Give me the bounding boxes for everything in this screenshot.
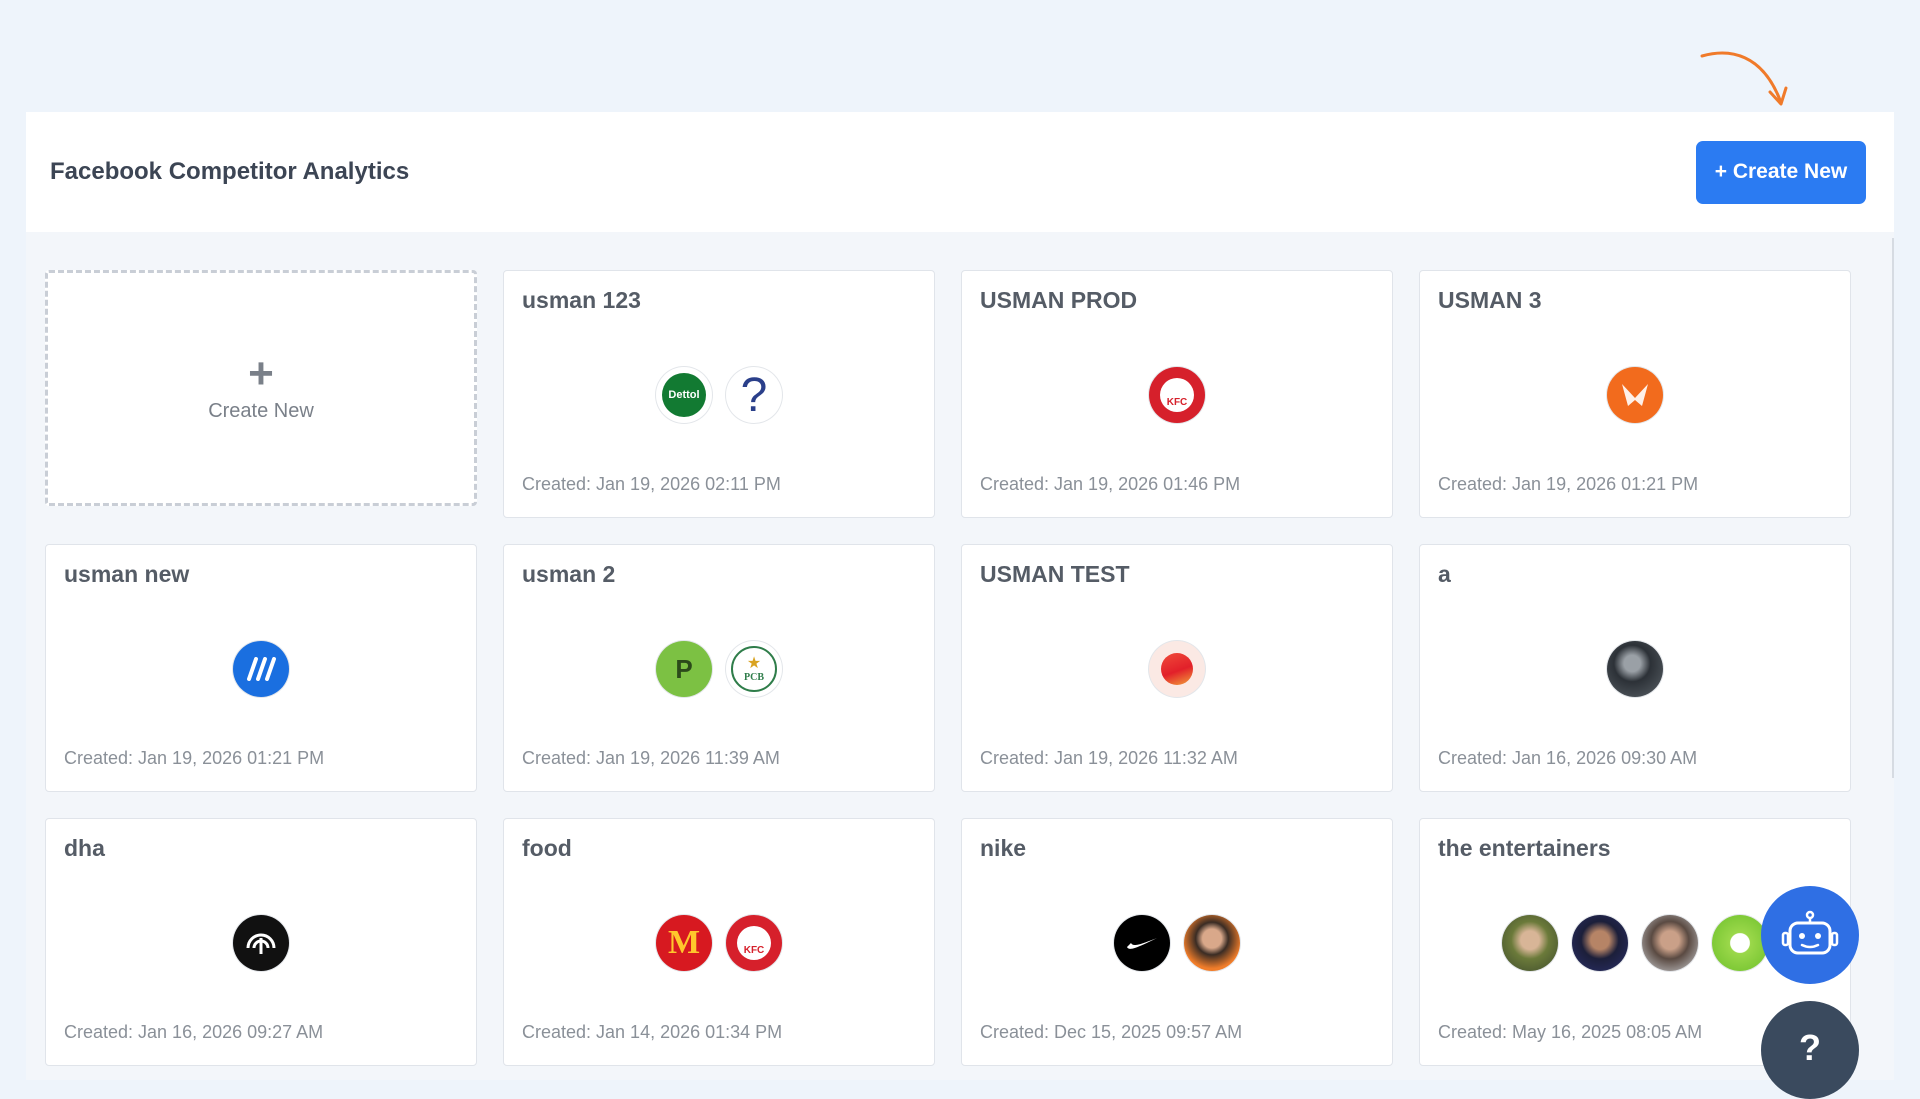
card-created-date: Created: Jan 19, 2026 11:39 AM xyxy=(522,748,780,768)
star-icon: ★ xyxy=(746,654,762,672)
pcb-logo-avatar: ★ PCB xyxy=(726,641,782,697)
competitor-avatars xyxy=(962,915,1392,971)
competitor-avatars: Dettol ? xyxy=(504,367,934,423)
chatbot-button[interactable] xyxy=(1761,886,1859,984)
mcdonalds-logo-avatar: M xyxy=(656,915,712,971)
competitor-avatars: P ★ PCB xyxy=(504,641,934,697)
card-created-date: Created: Jan 19, 2026 01:46 PM xyxy=(980,474,1241,494)
dha-logo-avatar xyxy=(233,915,289,971)
card-title: USMAN PROD xyxy=(980,287,1138,313)
competitor-avatars xyxy=(1420,367,1850,423)
create-new-button[interactable]: + Create New xyxy=(1696,140,1866,204)
card-title: usman 2 xyxy=(522,561,616,587)
competitor-avatars xyxy=(962,641,1392,697)
competitor-avatars xyxy=(1420,641,1850,697)
scrollbar[interactable] xyxy=(1892,238,1894,778)
report-card[interactable]: USMAN PROD KFC Created: Jan 19, 2026 01:… xyxy=(961,270,1393,518)
competitor-avatars: KFC xyxy=(962,367,1392,423)
dettol-logo-text: Dettol xyxy=(668,389,700,401)
p-logo-avatar: P xyxy=(656,641,712,697)
report-card[interactable]: usman 123 Dettol ? Created: Jan 19, 2026… xyxy=(503,270,935,518)
card-created-date: Created: Dec 15, 2025 09:57 AM xyxy=(980,1022,1243,1042)
sun-brand-avatar xyxy=(1149,641,1205,697)
report-card[interactable]: USMAN TEST Created: Jan 19, 2026 11:32 A… xyxy=(961,544,1393,792)
card-title: a xyxy=(1438,561,1451,587)
card-created-date: Created: Jan 19, 2026 01:21 PM xyxy=(64,748,325,768)
card-title: nike xyxy=(980,835,1027,861)
analytics-panel: Facebook Competitor Analytics + Create N… xyxy=(26,112,1894,1080)
profile-photo-avatar xyxy=(1184,915,1240,971)
help-icon: ? xyxy=(1799,1027,1821,1068)
report-card[interactable]: dha Created: Jan 16, 2026 09:27 AM xyxy=(45,818,477,1066)
card-created-date: Created: May 16, 2025 08:05 AM xyxy=(1438,1022,1703,1042)
card-created-date: Created: Jan 19, 2026 01:21 PM xyxy=(1438,474,1699,494)
profile-photo-avatar xyxy=(1642,915,1698,971)
card-title: USMAN TEST xyxy=(980,561,1130,587)
profile-photo-avatar xyxy=(1572,915,1628,971)
card-created-date: Created: Jan 19, 2026 11:32 AM xyxy=(980,748,1238,768)
kfc-logo-text: KFC xyxy=(743,945,765,956)
card-created-date: Created: Jan 14, 2026 01:34 PM xyxy=(522,1022,783,1042)
create-new-label: Create New xyxy=(208,399,314,422)
blue-brand-avatar xyxy=(233,641,289,697)
competitor-avatars xyxy=(46,915,476,971)
report-grid: + Create New usman 123 Dettol ? Created:… xyxy=(45,270,1877,1066)
card-created-date: Created: Jan 16, 2026 09:30 AM xyxy=(1438,748,1698,768)
kfc-logo-text: KFC xyxy=(1166,397,1188,408)
panel-header: Facebook Competitor Analytics + Create N… xyxy=(26,112,1894,232)
card-title: usman new xyxy=(64,561,190,587)
card-title: food xyxy=(522,835,572,861)
report-card[interactable]: usman new Created: Jan 19, 2026 01:21 PM xyxy=(45,544,477,792)
profile-photo-avatar xyxy=(1502,915,1558,971)
competitor-avatars: M KFC xyxy=(504,915,934,971)
plus-icon: + xyxy=(248,348,274,398)
robot-icon xyxy=(1781,910,1839,955)
report-card[interactable]: nike Created: Dec 15, 2025 09:57 AM xyxy=(961,818,1393,1066)
create-new-card[interactable]: + Create New xyxy=(45,270,477,506)
kfc-logo-avatar: KFC xyxy=(726,915,782,971)
nike-logo-avatar xyxy=(1114,915,1170,971)
mcdonalds-logo-text: M xyxy=(667,924,701,961)
pcb-logo-text: PCB xyxy=(744,671,764,683)
report-card[interactable]: USMAN 3 Created: Jan 19, 2026 01:21 PM xyxy=(1419,270,1851,518)
card-title: USMAN 3 xyxy=(1438,287,1542,313)
report-card[interactable]: usman 2 P ★ PCB Created: Jan 19, 2026 11… xyxy=(503,544,935,792)
report-card[interactable]: food M KFC Created: Jan 14, 2026 01:34 P… xyxy=(503,818,935,1066)
question-mark-icon: ? xyxy=(740,368,768,422)
unknown-logo-avatar: ? xyxy=(726,367,782,423)
profile-photo-avatar xyxy=(1712,915,1768,971)
profile-photo-avatar xyxy=(1607,641,1663,697)
page-title: Facebook Competitor Analytics xyxy=(50,158,410,185)
card-title: dha xyxy=(64,835,105,861)
card-title: usman 123 xyxy=(522,287,641,313)
dettol-logo-avatar: Dettol xyxy=(656,367,712,423)
competitor-avatars xyxy=(46,641,476,697)
orange-brand-avatar xyxy=(1607,367,1663,423)
help-button[interactable]: ? xyxy=(1761,1001,1859,1099)
kfc-logo-avatar: KFC xyxy=(1149,367,1205,423)
report-card[interactable]: a Created: Jan 16, 2026 09:30 AM xyxy=(1419,544,1851,792)
card-title: the entertainers xyxy=(1438,835,1611,861)
card-created-date: Created: Jan 19, 2026 02:11 PM xyxy=(522,474,781,494)
card-created-date: Created: Jan 16, 2026 09:27 AM xyxy=(64,1022,324,1042)
p-logo-text: P xyxy=(675,653,693,684)
curved-arrow-icon xyxy=(1700,51,1788,106)
